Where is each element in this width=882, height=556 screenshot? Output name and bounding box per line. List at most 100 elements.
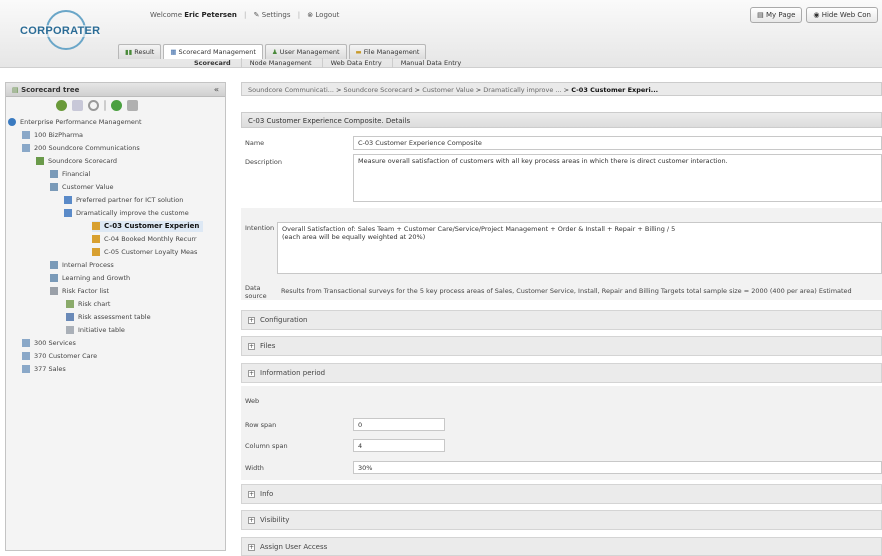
subtab-manual-data-entry[interactable]: Manual Data Entry	[391, 58, 470, 68]
tree-node[interactable]: C-05 Customer Loyalty Meas	[92, 247, 197, 258]
tree-node[interactable]: C-04 Booked Monthly Recurr	[92, 234, 197, 245]
intention-field[interactable]: Overall Satisfaction of: Sales Team + Cu…	[277, 222, 882, 274]
page-title: C-03 Customer Experience Composite. Deta…	[241, 112, 882, 128]
expand-icon[interactable]: +	[248, 544, 255, 551]
hide-web-button[interactable]: ◉ Hide Web Con	[806, 7, 878, 23]
perspective-icon	[50, 170, 58, 178]
tree-node[interactable]: 100 BizPharma	[22, 130, 83, 141]
tree-node[interactable]: Soundcore Scorecard	[36, 156, 117, 167]
tree-node[interactable]: Risk chart	[66, 299, 110, 310]
subtab-scorecard[interactable]: Scorecard	[186, 58, 239, 68]
section-assign-user-access[interactable]: + Assign User Access	[241, 537, 882, 556]
breadcrumb-item[interactable]: Soundcore Communicati...	[248, 86, 334, 94]
perspective-icon	[50, 274, 58, 282]
org-icon	[22, 131, 30, 139]
tree-node[interactable]: Enterprise Performance Management	[8, 117, 142, 128]
app-header: CORPORATER Welcome Eric Petersen | ✎ Set…	[0, 0, 882, 68]
breadcrumb: Soundcore Communicati... > Soundcore Sco…	[241, 82, 882, 96]
tree-node[interactable]: Internal Process	[50, 260, 114, 271]
tree-node[interactable]: Risk assessment table	[66, 312, 151, 323]
welcome-label: Welcome	[150, 11, 183, 19]
logout-icon[interactable]: ⊗	[307, 11, 313, 19]
org-icon	[22, 352, 30, 360]
logo-text: CORPORATER	[20, 25, 101, 37]
collapse-icon[interactable]: «	[214, 85, 219, 94]
tree-node[interactable]: 370 Customer Care	[22, 351, 97, 362]
perspective-icon	[50, 183, 58, 191]
kpi-icon	[92, 222, 100, 230]
scorecard-icon: ▦	[170, 48, 179, 56]
edit-icon[interactable]	[72, 100, 83, 111]
folder-icon: ▬	[355, 48, 364, 56]
kpi-icon	[92, 235, 100, 243]
width-label: Width	[245, 464, 264, 472]
tree-icon: ▤	[12, 86, 22, 94]
my-page-button[interactable]: ▤ My Page	[750, 7, 803, 23]
hide-icon: ◉	[813, 11, 822, 19]
tree-node[interactable]: Risk Factor list	[50, 286, 109, 297]
objective-icon	[64, 209, 72, 217]
user-name[interactable]: Eric Petersen	[184, 11, 237, 19]
tree-node[interactable]: 300 Services	[22, 338, 76, 349]
expand-icon[interactable]: +	[248, 343, 255, 350]
chart-icon: ▮▮	[125, 48, 135, 56]
sub-tabs: Scorecard Node Management Web Data Entry…	[186, 58, 469, 68]
tree-node[interactable]: Dramatically improve the custome	[64, 208, 189, 219]
user-bar: Welcome Eric Petersen | ✎ Settings | ⊗ L…	[150, 11, 340, 19]
column-span-label: Column span	[245, 442, 288, 450]
tree-node-selected[interactable]: C-03 Customer Experien	[92, 221, 204, 232]
add-node-icon[interactable]	[56, 100, 67, 111]
name-label: Name	[245, 139, 265, 147]
breadcrumb-item[interactable]: Soundcore Scorecard	[344, 86, 413, 94]
expand-icon[interactable]: +	[248, 317, 255, 324]
scorecard-tree-panel: ▤ Scorecard tree « Enterprise Performanc…	[5, 82, 226, 551]
row-span-label: Row span	[245, 421, 277, 429]
expand-icon[interactable]: +	[248, 491, 255, 498]
tab-user-management[interactable]: ♟ User Management	[264, 44, 347, 59]
tree-node[interactable]: Initiative table	[66, 325, 125, 336]
logout-link[interactable]: Logout	[315, 11, 339, 19]
tree-node[interactable]: Learning and Growth	[50, 273, 130, 284]
section-configuration[interactable]: + Configuration	[241, 310, 882, 330]
breadcrumb-item[interactable]: Dramatically improve ...	[483, 86, 561, 94]
column-span-input[interactable]: 4	[353, 439, 445, 452]
search-icon[interactable]	[88, 100, 99, 111]
tab-result[interactable]: ▮▮ Result	[118, 44, 162, 59]
description-label: Description	[245, 158, 283, 166]
settings-icon[interactable]: ✎	[254, 11, 260, 19]
delete-icon[interactable]	[127, 100, 138, 111]
subtab-node-management[interactable]: Node Management	[240, 58, 320, 68]
tree-node[interactable]: Customer Value	[50, 182, 114, 193]
kpi-icon	[92, 248, 100, 256]
data-source-label: Data source	[245, 284, 267, 300]
breadcrumb-item[interactable]: Customer Value	[422, 86, 474, 94]
section-visibility[interactable]: + Visibility	[241, 510, 882, 530]
section-files[interactable]: + Files	[241, 336, 882, 356]
row-span-input[interactable]: 0	[353, 418, 445, 431]
settings-link[interactable]: Settings	[262, 11, 291, 19]
scorecard-icon	[36, 157, 44, 165]
tree-node[interactable]: Financial	[50, 169, 90, 180]
expand-icon[interactable]: +	[248, 370, 255, 377]
divider-icon	[104, 100, 106, 111]
tab-scorecard-management[interactable]: ▦ Scorecard Management	[163, 44, 263, 59]
tree-node[interactable]: 377 Sales	[22, 364, 66, 375]
section-info[interactable]: + Info	[241, 484, 882, 504]
section-information-period[interactable]: + Information period	[241, 363, 882, 383]
tree-node[interactable]: Preferred partner for ICT solution	[64, 195, 183, 206]
subtab-web-data-entry[interactable]: Web Data Entry	[321, 58, 390, 68]
width-input[interactable]: 30%	[353, 461, 882, 474]
expand-icon[interactable]: +	[248, 517, 255, 524]
tree-node[interactable]: 200 Soundcore Communications	[22, 143, 140, 154]
org-icon	[22, 339, 30, 347]
intention-label: Intention	[245, 224, 275, 232]
description-field[interactable]: Measure overall satisfaction of customer…	[353, 154, 882, 202]
corporater-logo[interactable]: CORPORATER	[12, 8, 108, 54]
name-field[interactable]: C-03 Customer Experience Composite	[353, 136, 882, 150]
refresh-icon[interactable]	[111, 100, 122, 111]
users-icon: ♟	[271, 48, 280, 56]
org-icon	[22, 365, 30, 373]
tab-file-management[interactable]: ▬ File Management	[348, 44, 427, 59]
scorecard-tree: Enterprise Performance Management 100 Bi…	[6, 115, 225, 415]
page-icon: ▤	[757, 11, 767, 19]
